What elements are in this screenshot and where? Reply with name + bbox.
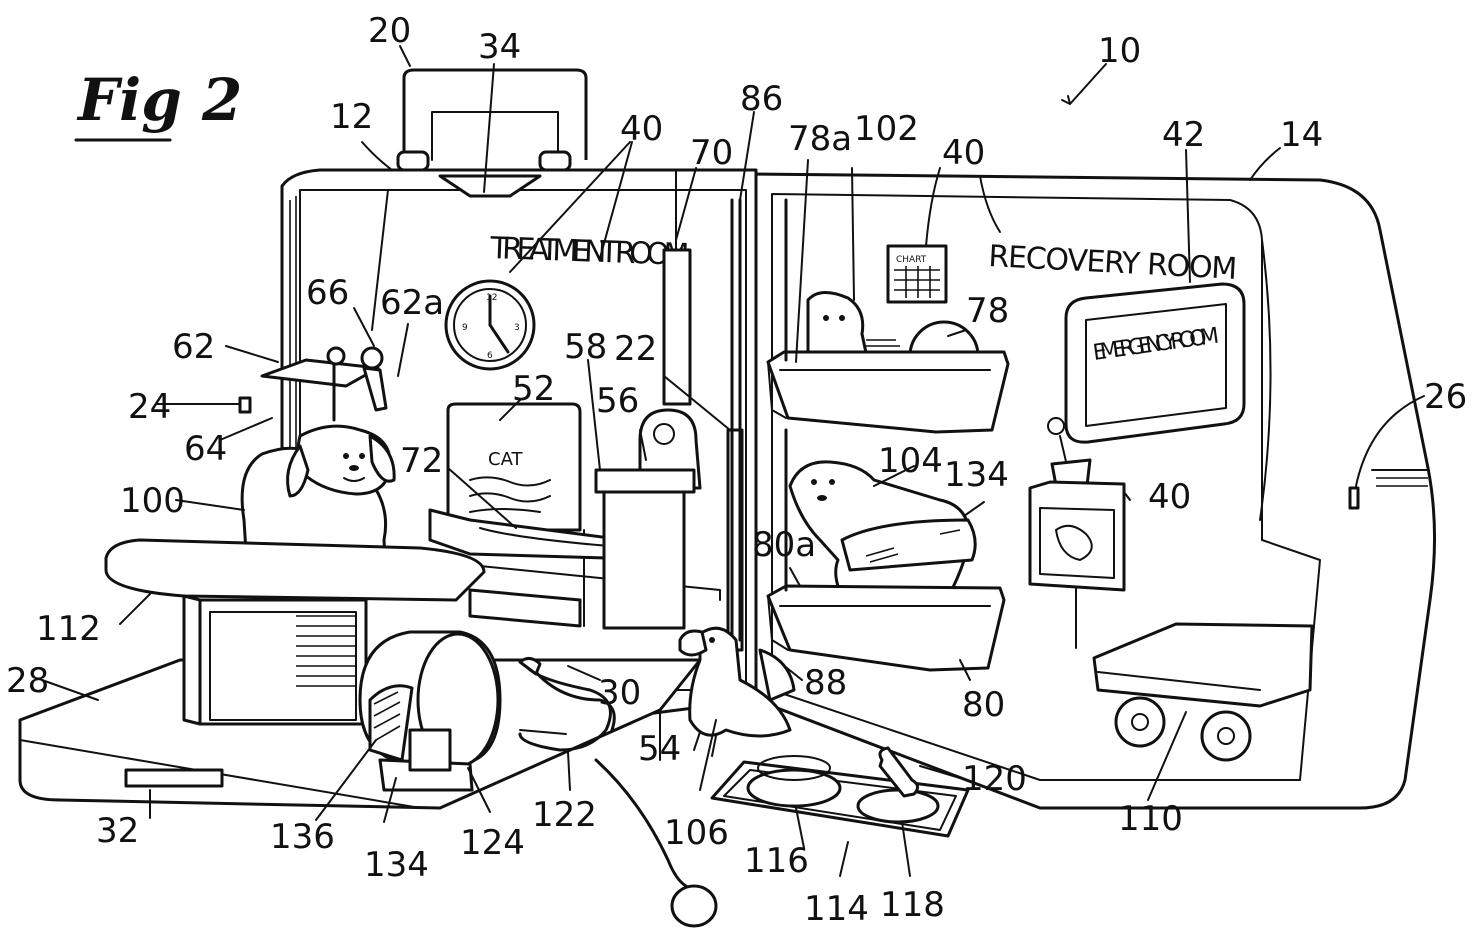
ref-80: 80 (962, 685, 1005, 725)
lamp-head-66 (360, 346, 384, 370)
ref-28: 28 (6, 661, 49, 701)
ref-34: 34 (478, 27, 521, 67)
ref-112: 112 (36, 609, 101, 649)
ref-120: 120 (962, 759, 1027, 799)
ref-40-c: 40 (1148, 477, 1191, 517)
bowl-116 (746, 768, 842, 808)
ref-14: 14 (1280, 115, 1323, 155)
latch-24 (238, 396, 252, 414)
patent-figure: Fig 2 TREATMENT ROOM 12369 CAT RECOVERY … (6, 11, 1467, 929)
ref-100: 100 (120, 481, 185, 521)
treatment-room-sign: TREATMENT ROOM (489, 231, 691, 273)
latch-26 (1348, 486, 1360, 510)
ref-32: 32 (96, 811, 139, 851)
ref-58: 58 (564, 327, 607, 367)
ref-72: 72 (400, 441, 443, 481)
ref-56: 56 (596, 381, 639, 421)
ref-30: 30 (598, 673, 641, 713)
ref-114: 114 (804, 889, 869, 929)
clock: 12 3 6 9 (444, 279, 536, 371)
ref-78a: 78a (788, 119, 852, 159)
ref-116: 116 (744, 841, 809, 881)
cat-board-text: CAT (488, 449, 523, 470)
bowl-118 (856, 788, 940, 824)
ref-66: 66 (306, 273, 349, 313)
ref-62: 62 (172, 327, 215, 367)
ref-88: 88 (804, 663, 847, 703)
ref-24: 24 (128, 387, 171, 427)
ref-20: 20 (368, 11, 411, 51)
ref-62a: 62a (380, 283, 444, 323)
wall-chart: CHART (886, 244, 948, 304)
svg-text:12: 12 (486, 293, 497, 303)
ref-118: 118 (880, 885, 945, 925)
ref-134-a: 134 (944, 455, 1009, 495)
emergency-sign-42: EMERGENCY ROOM (1064, 282, 1246, 444)
ref-52: 52 (512, 369, 555, 409)
ref-104: 104 (878, 441, 943, 481)
ref-64: 64 (184, 429, 227, 469)
ref-102: 102 (854, 109, 919, 149)
ref-22: 22 (614, 329, 657, 369)
svg-text:6: 6 (487, 351, 493, 361)
svg-text:9: 9 (462, 323, 468, 333)
clasp-32 (124, 768, 224, 788)
ref-80a: 80a (752, 525, 816, 565)
svg-text:3: 3 (514, 323, 520, 333)
ref-10: 10 (1098, 31, 1141, 71)
ref-122: 122 (532, 795, 597, 835)
ref-124: 124 (460, 823, 525, 863)
ref-70: 70 (690, 133, 733, 173)
ref-26: 26 (1424, 377, 1467, 417)
ref-78: 78 (966, 291, 1009, 331)
ref-12: 12 (330, 97, 373, 137)
ref-54: 54 (638, 729, 681, 769)
ref-86: 86 (740, 79, 783, 119)
ref-110: 110 (1118, 799, 1183, 839)
ref-42: 42 (1162, 115, 1205, 155)
wall-chart-label: CHART (896, 255, 927, 265)
ref-136: 136 (270, 817, 335, 857)
holder-58 (594, 468, 696, 494)
figure-label: Fig 2 (76, 66, 242, 134)
ref-40-a: 40 (620, 109, 663, 149)
ref-106: 106 (664, 813, 729, 853)
ref-40-b: 40 (942, 133, 985, 173)
ref-134-b: 134 (364, 845, 429, 885)
cabinet-70 (662, 248, 692, 406)
